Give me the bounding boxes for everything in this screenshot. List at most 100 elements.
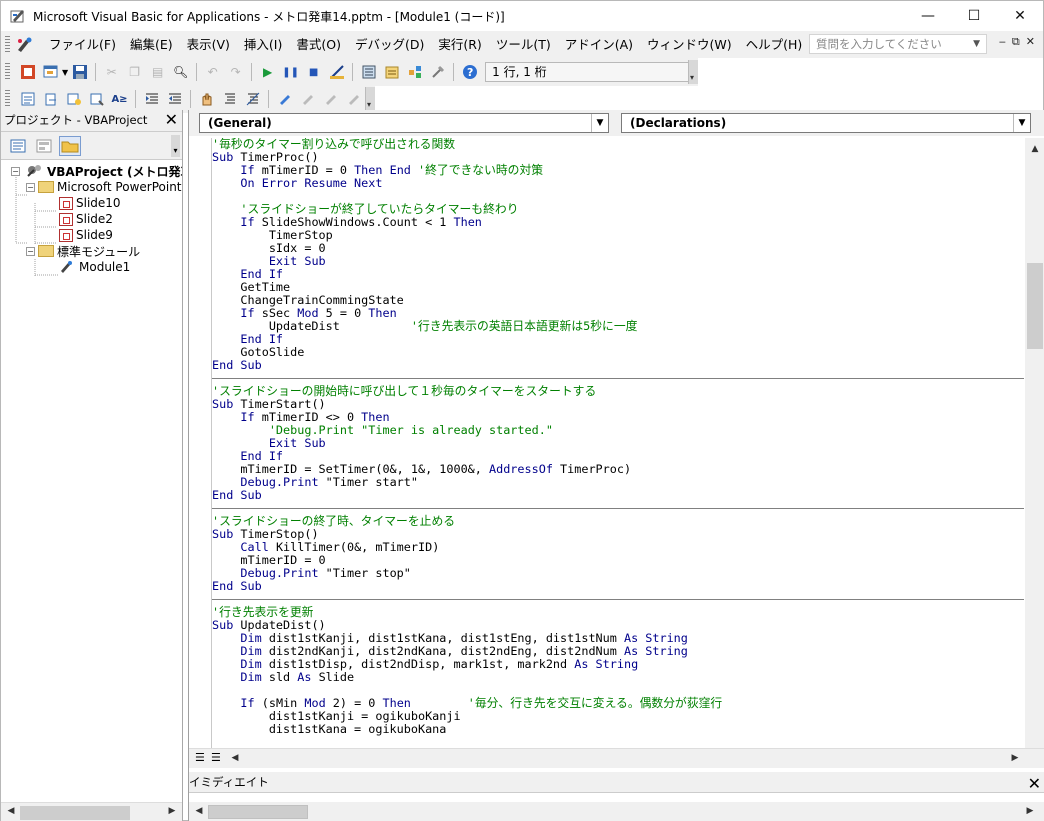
code-line[interactable]: End If xyxy=(212,333,1024,346)
menu-help[interactable]: ヘルプ(H) xyxy=(739,35,810,55)
next-bookmark-icon[interactable] xyxy=(296,88,319,110)
outdent-icon[interactable] xyxy=(163,88,186,110)
maximize-button[interactable]: ☐ xyxy=(951,1,997,31)
scroll-thumb[interactable] xyxy=(20,806,130,820)
code-line[interactable]: Debug.Print "Timer start" xyxy=(212,476,1024,489)
paste-icon[interactable]: ▤ xyxy=(146,61,169,83)
break-icon[interactable]: ❚❚ xyxy=(279,61,302,83)
vba-menu-icon[interactable] xyxy=(16,36,34,54)
tree-item-module1[interactable]: Module1 xyxy=(59,259,130,275)
find-icon[interactable]: 🔍︎ xyxy=(169,61,192,83)
toolbar-options-button[interactable] xyxy=(365,87,375,111)
project-explorer-icon[interactable] xyxy=(357,61,380,83)
chevron-down-icon[interactable]: ▾ xyxy=(171,135,180,157)
menu-debug[interactable]: デバッグ(D) xyxy=(348,35,431,55)
code-line[interactable]: Debug.Print "Timer stop" xyxy=(212,567,1024,580)
code-vertical-scrollbar[interactable]: ▲ ▼ xyxy=(1025,138,1044,763)
object-browser-icon[interactable] xyxy=(403,61,426,83)
properties-icon[interactable] xyxy=(380,61,403,83)
clear-bookmarks-icon[interactable] xyxy=(342,88,365,110)
scroll-right-icon[interactable]: ▶ xyxy=(162,806,182,816)
code-line[interactable]: On Error Resume Next xyxy=(212,177,1024,190)
code-line[interactable]: End If xyxy=(212,268,1024,281)
code-line[interactable]: End Sub xyxy=(212,359,1024,372)
save-icon[interactable] xyxy=(68,61,91,83)
reset-icon[interactable]: ■ xyxy=(302,61,325,83)
menu-view[interactable]: 表示(V) xyxy=(180,35,237,55)
mdi-minimize-button[interactable]: ‒ xyxy=(999,35,1006,49)
collapse-icon[interactable]: − xyxy=(26,246,35,256)
toggle-bookmark-icon[interactable] xyxy=(273,88,296,110)
code-line[interactable]: Exit Sub xyxy=(212,437,1024,450)
menu-addins[interactable]: アドイン(A) xyxy=(558,35,640,55)
code-line[interactable]: Exit Sub xyxy=(212,255,1024,268)
toolbar-grip[interactable] xyxy=(5,63,10,81)
help-search-input[interactable]: 質問を入力してください ▼ xyxy=(809,34,987,54)
menu-tools[interactable]: ツール(T) xyxy=(489,35,558,55)
collapse-icon[interactable]: − xyxy=(11,166,20,176)
scroll-thumb[interactable] xyxy=(1027,263,1043,349)
code-line[interactable]: If SlideShowWindows.Count < 1 Then xyxy=(212,216,1024,229)
code-editor[interactable]: '毎秒のタイマー割り込みで呼び出される関数 Sub TimerProc() If … xyxy=(212,138,1024,748)
tree-item-slide9[interactable]: Slide9 xyxy=(56,227,113,243)
scroll-up-icon[interactable]: ▲ xyxy=(1025,144,1044,154)
menubar-grip[interactable] xyxy=(5,35,10,54)
scroll-left-icon[interactable]: ◀ xyxy=(1,806,21,816)
chevron-down-icon[interactable]: ▼ xyxy=(973,39,980,49)
list-constants-icon[interactable] xyxy=(39,88,62,110)
tree-item-powerpoint-objects[interactable]: − Microsoft PowerPoint O xyxy=(26,179,182,195)
code-line[interactable]: TimerStop xyxy=(212,229,1024,242)
procedure-view-icon[interactable]: ☰ xyxy=(195,751,209,765)
insert-userform-icon[interactable] xyxy=(39,61,62,83)
toolbar-options-button[interactable] xyxy=(688,60,698,84)
code-line[interactable]: sIdx = 0 xyxy=(212,242,1024,255)
tree-item-slide10[interactable]: Slide10 xyxy=(56,195,121,211)
scroll-left-icon[interactable]: ◀ xyxy=(189,806,209,816)
close-immediate-button[interactable]: ✕ xyxy=(1028,773,1041,794)
tree-item-slide2[interactable]: Slide2 xyxy=(56,211,113,227)
menu-file[interactable]: ファイル(F) xyxy=(42,35,123,55)
code-line[interactable]: dist1stKana = ogikuboKana xyxy=(212,723,1024,736)
code-line[interactable]: '毎秒のタイマー割り込みで呼び出される関数 xyxy=(212,138,1024,151)
close-window-button[interactable]: ✕ xyxy=(997,1,1043,31)
menu-run[interactable]: 実行(R) xyxy=(431,35,488,55)
immediate-horizontal-scrollbar[interactable]: ◀ ▶ xyxy=(189,802,1044,821)
run-icon[interactable]: ▶ xyxy=(256,61,279,83)
quick-info-icon[interactable] xyxy=(62,88,85,110)
copy-icon[interactable]: ❐ xyxy=(123,61,146,83)
design-mode-icon[interactable] xyxy=(325,61,348,83)
scroll-right-icon[interactable]: ▶ xyxy=(1020,806,1040,816)
parameter-info-icon[interactable] xyxy=(85,88,108,110)
indent-icon[interactable] xyxy=(140,88,163,110)
redo-icon[interactable]: ↷ xyxy=(224,61,247,83)
code-line[interactable]: 'スライドショーの開始時に呼び出して１秒毎のタイマーをスタートする xyxy=(212,385,1024,398)
scroll-left-icon[interactable]: ◀ xyxy=(225,753,245,763)
toggle-folders-button[interactable] xyxy=(59,135,81,156)
minimize-button[interactable]: — xyxy=(905,1,951,31)
toolbar-grip[interactable] xyxy=(5,90,10,108)
complete-word-icon[interactable]: A≥ xyxy=(108,88,131,110)
comment-block-icon[interactable] xyxy=(218,88,241,110)
menu-insert[interactable]: 挿入(I) xyxy=(237,35,289,55)
code-line[interactable]: GotoSlide xyxy=(212,346,1024,359)
undo-icon[interactable]: ↶ xyxy=(201,61,224,83)
scroll-right-icon[interactable]: ▶ xyxy=(1005,753,1025,763)
margin-indicator-bar[interactable] xyxy=(189,138,212,748)
code-line[interactable]: End Sub xyxy=(212,580,1024,593)
code-line[interactable]: '行き先表示を更新 xyxy=(212,606,1024,619)
menu-edit[interactable]: 編集(E) xyxy=(123,35,180,55)
previous-bookmark-icon[interactable] xyxy=(319,88,342,110)
scroll-thumb[interactable] xyxy=(208,805,308,819)
code-line[interactable]: Call KillTimer(0&, mTimerID) xyxy=(212,541,1024,554)
menu-window[interactable]: ウィンドウ(W) xyxy=(640,35,739,55)
toggle-breakpoint-icon[interactable] xyxy=(195,88,218,110)
help-icon[interactable]: ? xyxy=(458,61,481,83)
collapse-icon[interactable]: − xyxy=(26,182,35,192)
code-line[interactable]: End Sub xyxy=(212,489,1024,502)
mdi-close-button[interactable]: ✕ xyxy=(1026,35,1035,49)
code-horizontal-scrollbar[interactable]: ☰ ☰ ◀ ▶ xyxy=(189,748,1044,768)
close-project-explorer-button[interactable]: ✕ xyxy=(165,110,178,130)
mdi-restore-button[interactable]: ⧉ xyxy=(1012,35,1020,49)
chevron-down-icon[interactable]: ▼ xyxy=(591,114,608,132)
object-combo[interactable]: (General) ▼ xyxy=(199,113,609,133)
